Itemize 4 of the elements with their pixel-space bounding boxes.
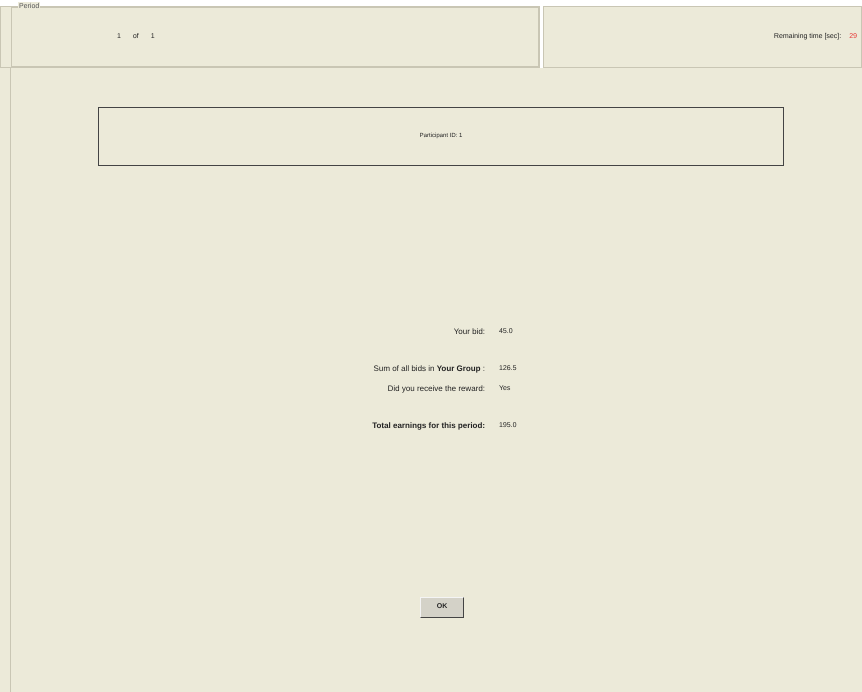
result-label: Sum of all bids in Your Group : — [372, 363, 485, 375]
result-label: Total earnings for this period: — [371, 420, 485, 432]
result-label: Your bid: — [452, 326, 485, 338]
result-label: Did you receive the reward: — [386, 383, 485, 395]
